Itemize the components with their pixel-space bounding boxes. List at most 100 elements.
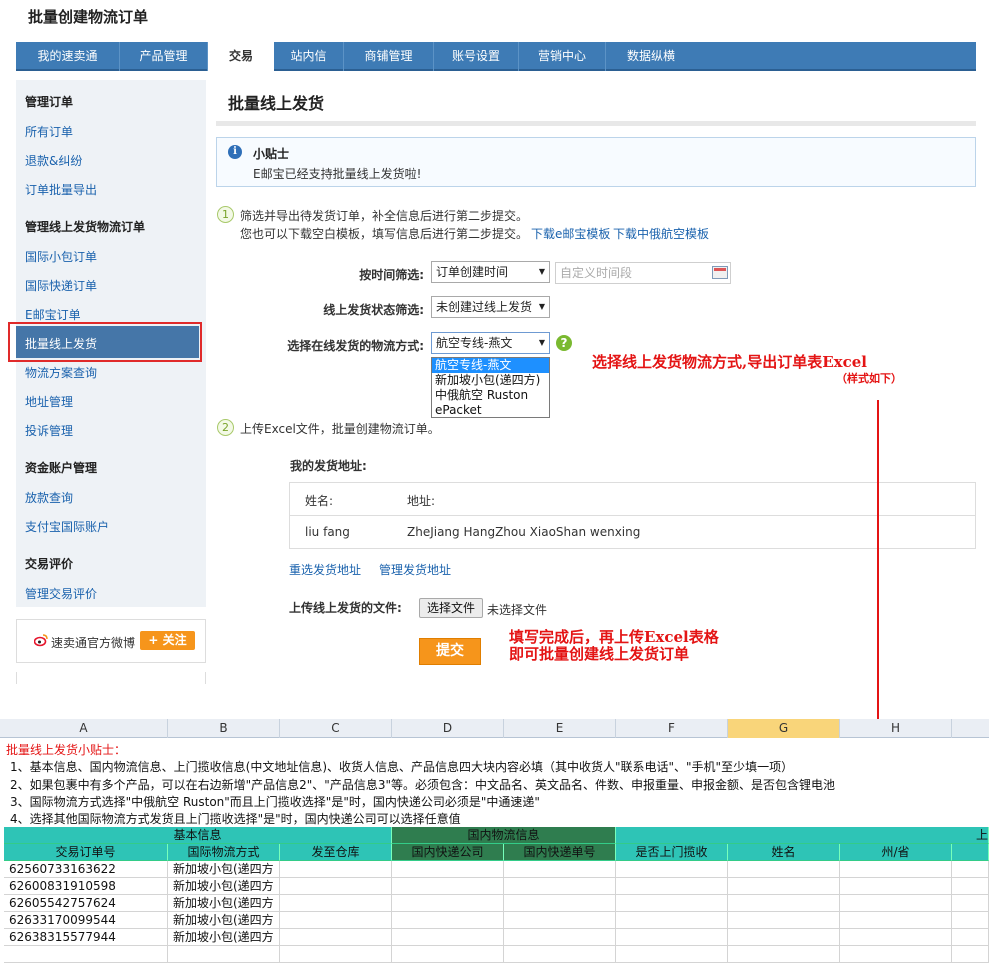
calendar-icon[interactable] [712,266,728,279]
table-cell[interactable] [840,912,952,929]
table-cell[interactable] [616,912,728,929]
table-cell[interactable]: 62633170099544 [4,912,168,929]
tab-data[interactable]: 数据纵横 [606,42,696,71]
sidebar-item-all-orders[interactable]: 所有订单 [25,123,73,140]
dropdown-option[interactable]: ePacket [432,403,549,418]
table-cell[interactable]: 新加坡小包(递四方 [168,912,280,929]
table-cell[interactable] [280,861,392,878]
download-eyoubao-template-link[interactable]: 下载e邮宝模板 [531,225,610,242]
table-cell[interactable]: 新加坡小包(递四方 [168,929,280,946]
table-cell[interactable] [504,929,616,946]
sidebar-item-small-parcel[interactable]: 国际小包订单 [25,248,97,265]
table-cell[interactable] [616,929,728,946]
table-cell[interactable] [280,929,392,946]
table-cell[interactable] [728,946,840,963]
dropdown-option[interactable]: 中俄航空 Ruston [432,388,549,403]
column-header[interactable]: G [728,719,840,738]
table-cell[interactable] [392,861,504,878]
sidebar-item-epacket[interactable]: E邮宝订单 [25,306,81,323]
table-cell[interactable]: 新加坡小包(递四方 [168,861,280,878]
table-cell[interactable] [728,929,840,946]
table-cell[interactable] [952,861,989,878]
choose-file-button[interactable]: 选择文件 [419,598,483,618]
table-cell[interactable] [728,878,840,895]
table-cell[interactable] [504,878,616,895]
table-cell[interactable]: 62560733163622 [4,861,168,878]
table-cell[interactable] [504,895,616,912]
table-cell[interactable] [4,946,168,963]
table-cell[interactable] [392,895,504,912]
table-cell[interactable] [504,912,616,929]
table-cell[interactable] [616,895,728,912]
sidebar-item-address[interactable]: 地址管理 [25,393,73,410]
download-ruston-template-link[interactable]: 下载中俄航空模板 [613,225,709,242]
table-cell[interactable] [952,929,989,946]
table-cell[interactable] [840,929,952,946]
column-header[interactable]: A [0,719,168,738]
table-cell[interactable] [952,878,989,895]
table-cell[interactable]: 新加坡小包(递四方 [168,878,280,895]
table-cell[interactable] [616,878,728,895]
table-cell[interactable] [728,912,840,929]
table-cell[interactable] [392,946,504,963]
column-header[interactable]: C [280,719,392,738]
column-header[interactable]: E [504,719,616,738]
tab-marketing[interactable]: 营销中心 [519,42,606,71]
custom-date-input[interactable]: 自定义时间段 [555,262,731,284]
submit-button[interactable]: 提交 [419,638,481,665]
weibo-label[interactable]: 速卖通官方微博 [51,634,135,651]
sidebar-item-export[interactable]: 订单批量导出 [25,181,97,198]
tab-trade[interactable]: 交易 [208,42,274,71]
table-cell[interactable] [392,929,504,946]
sidebar-item-logistics-query[interactable]: 物流方案查询 [25,364,97,381]
table-cell[interactable] [952,895,989,912]
tab-messages[interactable]: 站内信 [274,42,344,71]
sidebar-item-manage-reviews[interactable]: 管理交易评价 [25,585,97,602]
sidebar-item-alipay[interactable]: 支付宝国际账户 [25,518,109,535]
table-cell[interactable] [392,912,504,929]
table-cell[interactable]: 62605542757624 [4,895,168,912]
table-cell[interactable] [392,878,504,895]
table-cell[interactable] [280,912,392,929]
table-cell[interactable]: 62600831910598 [4,878,168,895]
table-cell[interactable] [840,878,952,895]
sidebar-item-express[interactable]: 国际快递订单 [25,277,97,294]
table-cell[interactable] [952,946,989,963]
sidebar-item-payout[interactable]: 放款查询 [25,489,73,506]
tab-products[interactable]: 产品管理 [120,42,208,71]
table-cell[interactable]: 新加坡小包(递四方 [168,895,280,912]
table-cell[interactable] [168,946,280,963]
column-header[interactable]: B [168,719,280,738]
follow-button[interactable]: + 关注 [140,631,195,650]
table-cell[interactable] [616,861,728,878]
table-cell[interactable] [728,861,840,878]
table-cell[interactable] [504,861,616,878]
table-cell[interactable] [280,878,392,895]
tab-account[interactable]: 账号设置 [434,42,519,71]
sidebar-item-refunds[interactable]: 退款&纠纷 [25,152,82,169]
column-header[interactable]: D [392,719,504,738]
table-cell[interactable] [840,861,952,878]
table-cell[interactable]: 62638315577944 [4,929,168,946]
dropdown-option[interactable]: 航空专线-燕文 [432,358,549,373]
table-cell[interactable] [504,946,616,963]
dropdown-option[interactable]: 新加坡小包(递四方) [432,373,549,388]
time-filter-select[interactable]: 订单创建时间 ▼ [431,261,550,283]
tab-store[interactable]: 商铺管理 [344,42,434,71]
shipping-method-select[interactable]: 航空专线-燕文 ▼ [431,332,550,354]
column-header[interactable]: F [616,719,728,738]
reselect-address-link[interactable]: 重选发货地址 [289,561,361,578]
help-icon[interactable]: ? [556,335,572,351]
table-cell[interactable] [280,895,392,912]
column-header[interactable]: H [840,719,952,738]
table-cell[interactable] [840,895,952,912]
tab-my-aliexpress[interactable]: 我的速卖通 [16,42,120,71]
status-filter-select[interactable]: 未创建过线上发货 ▼ [431,296,550,318]
manage-address-link[interactable]: 管理发货地址 [379,561,451,578]
table-cell[interactable] [616,946,728,963]
sidebar-item-complaints[interactable]: 投诉管理 [25,422,73,439]
table-cell[interactable] [952,912,989,929]
table-cell[interactable] [728,895,840,912]
table-cell[interactable] [840,946,952,963]
table-cell[interactable] [280,946,392,963]
